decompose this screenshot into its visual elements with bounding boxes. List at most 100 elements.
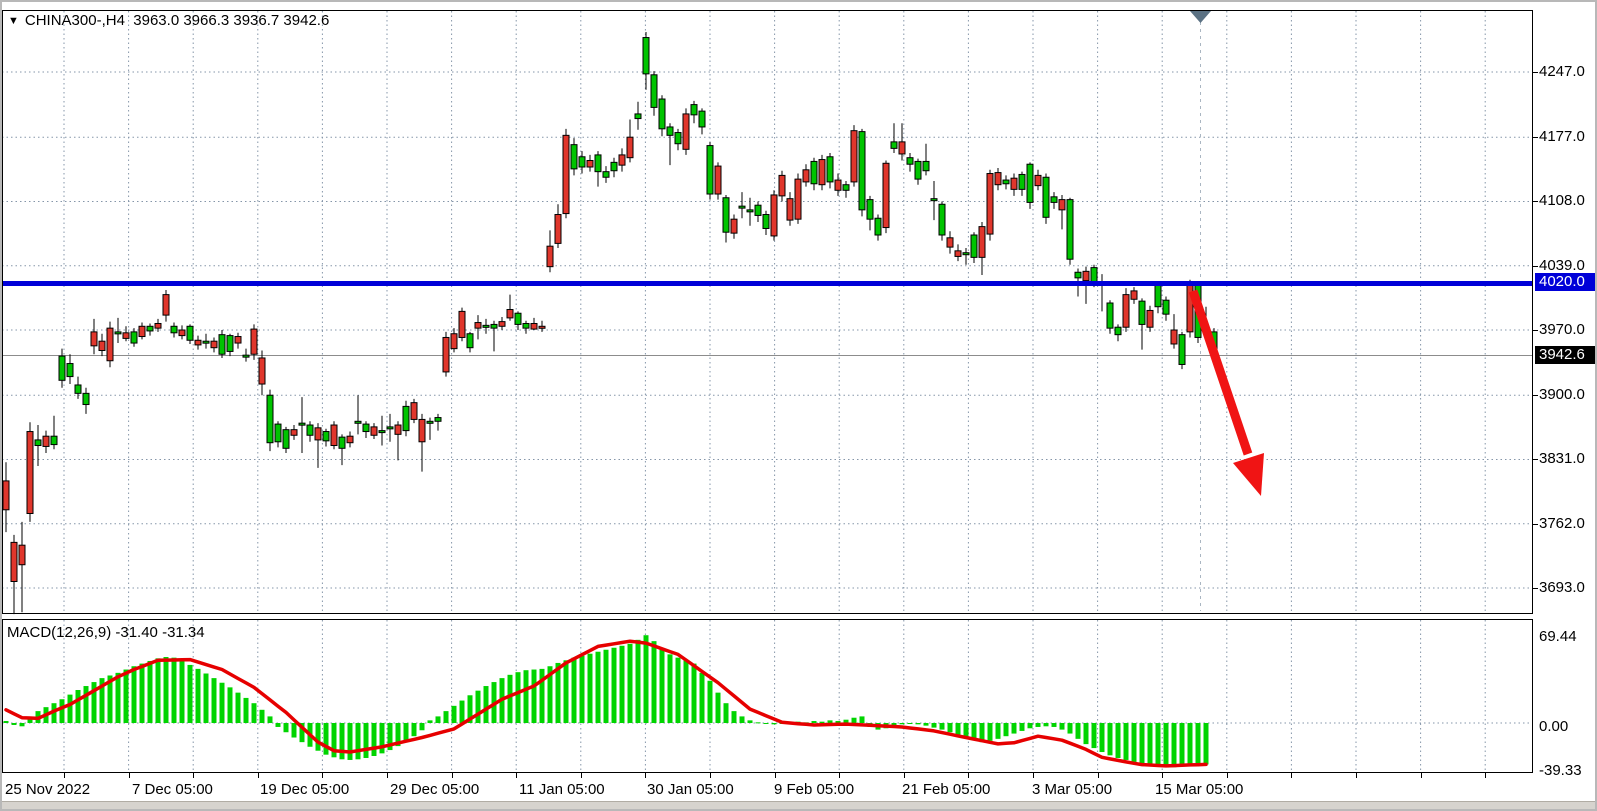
bear-candle bbox=[235, 337, 241, 344]
bull-candle bbox=[75, 385, 81, 393]
bull-candle bbox=[595, 155, 601, 172]
macd-histogram-bar bbox=[1068, 723, 1073, 734]
bull-candle bbox=[243, 355, 249, 357]
symbol-dropdown-icon[interactable]: ▼ bbox=[8, 15, 19, 27]
time-tick-mark bbox=[1421, 773, 1422, 778]
bear-candle bbox=[547, 246, 553, 266]
bull-candle bbox=[1019, 174, 1025, 189]
macd-histogram-bar bbox=[476, 691, 481, 723]
bear-candle bbox=[99, 341, 105, 350]
time-tick-mark bbox=[64, 773, 65, 778]
bear-candle bbox=[155, 323, 161, 328]
macd-histogram-bar bbox=[1092, 723, 1097, 748]
macd-histogram-bar bbox=[1044, 723, 1049, 726]
bull-candle bbox=[691, 105, 697, 115]
macd-histogram-bar bbox=[1164, 723, 1169, 767]
macd-histogram-bar bbox=[700, 673, 705, 723]
macd-histogram-bar bbox=[996, 723, 1001, 739]
trend-arrow-head[interactable] bbox=[1233, 453, 1264, 496]
macd-histogram-bar bbox=[356, 723, 361, 759]
time-tick-mark bbox=[1227, 773, 1228, 778]
current-price-label: 3942.6 bbox=[1535, 346, 1597, 364]
bear-candle bbox=[587, 160, 593, 167]
time-tick-label: 21 Feb 05:00 bbox=[902, 781, 990, 798]
bear-candle bbox=[27, 432, 33, 514]
macd-histogram-bar bbox=[1084, 723, 1089, 744]
macd-histogram-bar bbox=[564, 660, 569, 723]
bull-candle bbox=[307, 425, 313, 435]
bear-candle bbox=[123, 333, 129, 339]
macd-histogram-bar bbox=[652, 641, 657, 723]
macd-histogram-bar bbox=[740, 716, 745, 723]
bull-candle bbox=[747, 210, 753, 212]
macd-tick-label: 69.44 bbox=[1539, 628, 1577, 646]
bull-candle bbox=[339, 437, 345, 448]
bear-candle bbox=[563, 135, 569, 213]
bear-candle bbox=[835, 180, 841, 190]
bear-candle bbox=[819, 160, 825, 185]
macd-histogram-bar bbox=[156, 658, 161, 723]
bear-candle bbox=[91, 332, 97, 346]
bear-candle bbox=[459, 311, 465, 337]
macd-histogram-bar bbox=[812, 721, 817, 723]
macd-histogram-bar bbox=[660, 649, 665, 723]
bear-candle bbox=[1187, 283, 1193, 332]
bull-candle bbox=[355, 421, 361, 423]
macd-histogram-bar bbox=[516, 672, 521, 723]
bull-candle bbox=[267, 395, 273, 443]
macd-histogram-bar bbox=[1188, 723, 1193, 766]
macd-histogram-bar bbox=[1148, 723, 1153, 765]
macd-histogram-bar bbox=[620, 646, 625, 723]
bull-candle bbox=[491, 324, 497, 328]
macd-histogram-bar bbox=[860, 716, 865, 723]
bull-candle bbox=[811, 161, 817, 183]
bull-candle bbox=[643, 38, 649, 74]
macd-histogram-bar bbox=[956, 723, 961, 735]
bull-candle bbox=[1179, 335, 1185, 365]
shift-marker-triangle-icon[interactable] bbox=[1190, 11, 1211, 23]
bear-candle bbox=[195, 340, 201, 345]
price-tick-label: 4247.0 bbox=[1539, 63, 1585, 81]
main-price-chart[interactable] bbox=[2, 2, 1597, 618]
bull-candle bbox=[67, 364, 73, 377]
price-tick-mark bbox=[1533, 201, 1538, 202]
macd-histogram-bar bbox=[1020, 723, 1025, 731]
macd-histogram-bar bbox=[60, 699, 65, 723]
macd-histogram-bar bbox=[276, 723, 281, 727]
time-tick-label: 7 Dec 05:00 bbox=[132, 781, 213, 798]
macd-histogram-bar bbox=[772, 723, 777, 724]
macd-histogram-bar bbox=[732, 711, 737, 723]
bear-candle bbox=[211, 341, 217, 348]
bear-candle bbox=[443, 337, 449, 371]
bear-candle bbox=[1011, 178, 1017, 189]
bear-candle bbox=[107, 328, 113, 361]
macd-histogram-bar bbox=[428, 720, 433, 723]
bear-candle bbox=[371, 427, 377, 435]
macd-histogram-bar bbox=[724, 703, 729, 723]
trend-arrow-shaft[interactable] bbox=[1193, 291, 1248, 454]
macd-histogram-bar bbox=[132, 666, 137, 723]
macd-histogram-bar bbox=[460, 701, 465, 723]
time-tick-mark bbox=[129, 773, 130, 778]
hline-price-label[interactable]: 4020.0 bbox=[1535, 273, 1597, 291]
macd-histogram-bar bbox=[1116, 723, 1121, 758]
main-panel-border bbox=[3, 11, 1533, 614]
bull-candle bbox=[755, 205, 761, 215]
bear-candle bbox=[43, 436, 49, 446]
bull-candle bbox=[299, 423, 305, 425]
macd-histogram-bar bbox=[1204, 723, 1209, 764]
bear-candle bbox=[419, 419, 425, 441]
bull-candle bbox=[203, 341, 209, 343]
time-tick-mark bbox=[452, 773, 453, 778]
macd-histogram-bar bbox=[708, 681, 713, 723]
bull-candle bbox=[523, 323, 529, 328]
macd-indicator-panel[interactable] bbox=[2, 619, 1597, 779]
macd-histogram-bar bbox=[1036, 723, 1041, 727]
time-tick-mark bbox=[1291, 773, 1292, 778]
bull-candle bbox=[83, 393, 89, 404]
time-tick-label: 30 Jan 05:00 bbox=[647, 781, 734, 798]
time-tick-mark bbox=[968, 773, 969, 778]
macd-histogram-bar bbox=[524, 670, 529, 723]
macd-histogram-bar bbox=[372, 723, 377, 756]
bull-candle bbox=[1067, 200, 1073, 260]
